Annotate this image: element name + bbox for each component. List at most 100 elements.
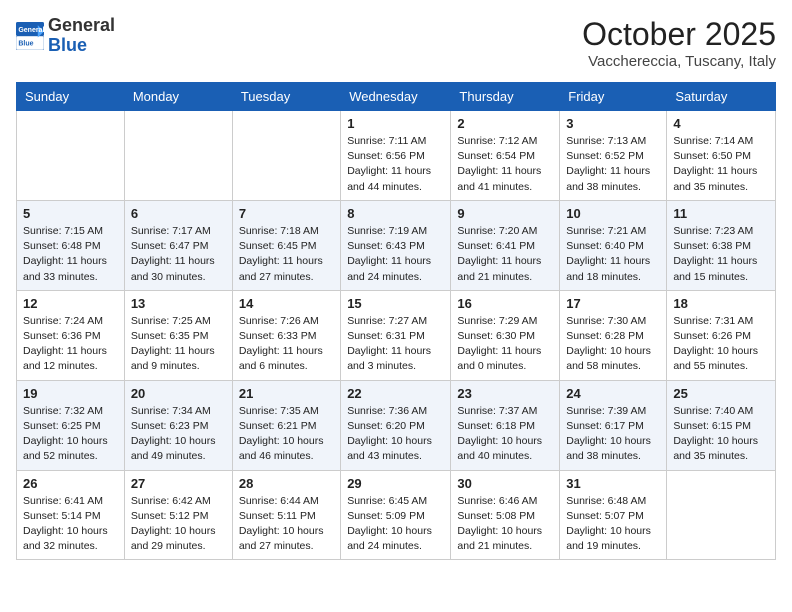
day-header-tuesday: Tuesday <box>232 83 340 111</box>
calendar-cell: 21 Sunrise: 7:35 AM Sunset: 6:21 PM Dayli… <box>232 380 340 470</box>
calendar-cell: 26 Sunrise: 6:41 AM Sunset: 5:14 PM Dayli… <box>17 470 125 560</box>
day-header-monday: Monday <box>124 83 232 111</box>
calendar-cell: 9Sunrise: 7:20 AM Sunset: 6:41 PM Daylig… <box>451 200 560 290</box>
calendar-week-row: 12 Sunrise: 7:24 AM Sunset: 6:36 PM Dayli… <box>17 290 776 380</box>
logo-general-text: General <box>48 15 115 35</box>
day-info: Sunrise: 7:13 AM Sunset: 6:52 PM Dayligh… <box>566 134 660 195</box>
page-header: General Blue General Blue October 2025 V… <box>16 16 776 70</box>
calendar-cell: 23 Sunrise: 7:37 AM Sunset: 6:18 PM Dayli… <box>451 380 560 470</box>
svg-text:Blue: Blue <box>18 40 33 47</box>
day-info: Sunrise: 7:25 AM Sunset: 6:35 PM Dayligh… <box>131 314 226 375</box>
day-number: 7 <box>239 206 334 221</box>
day-number: 16 <box>457 296 553 311</box>
svg-text:General: General <box>18 27 44 34</box>
calendar-cell: 19Sunrise: 7:32 AM Sunset: 6:25 PM Dayli… <box>17 380 125 470</box>
day-info: Sunrise: 7:24 AM Sunset: 6:36 PM Dayligh… <box>23 314 118 375</box>
day-info: Sunrise: 7:36 AM Sunset: 6:20 PM Dayligh… <box>347 404 444 465</box>
calendar-cell: 15 Sunrise: 7:27 AM Sunset: 6:31 PM Dayli… <box>341 290 451 380</box>
day-number: 18 <box>673 296 769 311</box>
calendar-cell: 12 Sunrise: 7:24 AM Sunset: 6:36 PM Dayli… <box>17 290 125 380</box>
calendar-week-row: 19Sunrise: 7:32 AM Sunset: 6:25 PM Dayli… <box>17 380 776 470</box>
calendar-cell: 5 Sunrise: 7:15 AM Sunset: 6:48 PM Daylig… <box>17 200 125 290</box>
day-info: Sunrise: 7:14 AM Sunset: 6:50 PM Dayligh… <box>673 134 769 195</box>
day-number: 5 <box>23 206 118 221</box>
day-number: 12 <box>23 296 118 311</box>
day-number: 22 <box>347 386 444 401</box>
day-number: 25 <box>673 386 769 401</box>
calendar-cell <box>124 111 232 201</box>
day-info: Sunrise: 7:17 AM Sunset: 6:47 PM Dayligh… <box>131 224 226 285</box>
day-number: 10 <box>566 206 660 221</box>
calendar-cell: 27 Sunrise: 6:42 AM Sunset: 5:12 PM Dayli… <box>124 470 232 560</box>
day-info: Sunrise: 7:21 AM Sunset: 6:40 PM Dayligh… <box>566 224 660 285</box>
logo-blue-text: Blue <box>48 35 87 55</box>
day-number: 19 <box>23 386 118 401</box>
calendar-week-row: 1Sunrise: 7:11 AM Sunset: 6:56 PM Daylig… <box>17 111 776 201</box>
day-info: Sunrise: 7:27 AM Sunset: 6:31 PM Dayligh… <box>347 314 444 375</box>
calendar-header-row: SundayMondayTuesdayWednesdayThursdayFrid… <box>17 83 776 111</box>
calendar-cell: 28Sunrise: 6:44 AM Sunset: 5:11 PM Dayli… <box>232 470 340 560</box>
day-number: 14 <box>239 296 334 311</box>
calendar-cell: 30 Sunrise: 6:46 AM Sunset: 5:08 PM Dayli… <box>451 470 560 560</box>
calendar-cell: 2 Sunrise: 7:12 AM Sunset: 6:54 PM Daylig… <box>451 111 560 201</box>
logo: General Blue General Blue <box>16 16 115 56</box>
day-number: 27 <box>131 476 226 491</box>
day-number: 4 <box>673 116 769 131</box>
calendar-table: SundayMondayTuesdayWednesdayThursdayFrid… <box>16 82 776 560</box>
day-number: 24 <box>566 386 660 401</box>
day-number: 15 <box>347 296 444 311</box>
day-info: Sunrise: 7:20 AM Sunset: 6:41 PM Dayligh… <box>457 224 553 285</box>
day-header-friday: Friday <box>560 83 667 111</box>
calendar-cell: 3Sunrise: 7:13 AM Sunset: 6:52 PM Daylig… <box>560 111 667 201</box>
calendar-cell: 25 Sunrise: 7:40 AM Sunset: 6:15 PM Dayli… <box>667 380 776 470</box>
calendar-cell: 31Sunrise: 6:48 AM Sunset: 5:07 PM Dayli… <box>560 470 667 560</box>
calendar-cell: 8 Sunrise: 7:19 AM Sunset: 6:43 PM Daylig… <box>341 200 451 290</box>
day-number: 11 <box>673 206 769 221</box>
day-info: Sunrise: 7:30 AM Sunset: 6:28 PM Dayligh… <box>566 314 660 375</box>
calendar-cell: 24 Sunrise: 7:39 AM Sunset: 6:17 PM Dayli… <box>560 380 667 470</box>
day-info: Sunrise: 6:46 AM Sunset: 5:08 PM Dayligh… <box>457 494 553 555</box>
day-info: Sunrise: 7:35 AM Sunset: 6:21 PM Dayligh… <box>239 404 334 465</box>
day-number: 26 <box>23 476 118 491</box>
day-info: Sunrise: 7:18 AM Sunset: 6:45 PM Dayligh… <box>239 224 334 285</box>
day-info: Sunrise: 7:19 AM Sunset: 6:43 PM Dayligh… <box>347 224 444 285</box>
day-number: 30 <box>457 476 553 491</box>
day-info: Sunrise: 7:40 AM Sunset: 6:15 PM Dayligh… <box>673 404 769 465</box>
day-number: 1 <box>347 116 444 131</box>
day-info: Sunrise: 7:15 AM Sunset: 6:48 PM Dayligh… <box>23 224 118 285</box>
day-number: 17 <box>566 296 660 311</box>
calendar-cell: 16 Sunrise: 7:29 AM Sunset: 6:30 PM Dayli… <box>451 290 560 380</box>
calendar-cell: 4 Sunrise: 7:14 AM Sunset: 6:50 PM Daylig… <box>667 111 776 201</box>
calendar-cell: 29Sunrise: 6:45 AM Sunset: 5:09 PM Dayli… <box>341 470 451 560</box>
day-info: Sunrise: 7:37 AM Sunset: 6:18 PM Dayligh… <box>457 404 553 465</box>
calendar-cell: 14Sunrise: 7:26 AM Sunset: 6:33 PM Dayli… <box>232 290 340 380</box>
day-header-sunday: Sunday <box>17 83 125 111</box>
calendar-cell: 7 Sunrise: 7:18 AM Sunset: 6:45 PM Daylig… <box>232 200 340 290</box>
calendar-cell: 11Sunrise: 7:23 AM Sunset: 6:38 PM Dayli… <box>667 200 776 290</box>
day-info: Sunrise: 7:39 AM Sunset: 6:17 PM Dayligh… <box>566 404 660 465</box>
calendar-cell: 13 Sunrise: 7:25 AM Sunset: 6:35 PM Dayli… <box>124 290 232 380</box>
calendar-week-row: 26 Sunrise: 6:41 AM Sunset: 5:14 PM Dayli… <box>17 470 776 560</box>
day-number: 2 <box>457 116 553 131</box>
location-subtitle: Vacchereccia, Tuscany, Italy <box>582 53 776 70</box>
day-info: Sunrise: 7:34 AM Sunset: 6:23 PM Dayligh… <box>131 404 226 465</box>
day-info: Sunrise: 7:31 AM Sunset: 6:26 PM Dayligh… <box>673 314 769 375</box>
day-number: 21 <box>239 386 334 401</box>
calendar-cell <box>232 111 340 201</box>
day-number: 13 <box>131 296 226 311</box>
calendar-cell <box>17 111 125 201</box>
day-number: 20 <box>131 386 226 401</box>
day-header-saturday: Saturday <box>667 83 776 111</box>
day-info: Sunrise: 7:12 AM Sunset: 6:54 PM Dayligh… <box>457 134 553 195</box>
title-section: October 2025 Vacchereccia, Tuscany, Ital… <box>582 16 776 70</box>
day-info: Sunrise: 6:41 AM Sunset: 5:14 PM Dayligh… <box>23 494 118 555</box>
day-info: Sunrise: 6:48 AM Sunset: 5:07 PM Dayligh… <box>566 494 660 555</box>
logo-icon: General Blue <box>16 22 44 50</box>
day-number: 23 <box>457 386 553 401</box>
day-number: 8 <box>347 206 444 221</box>
day-header-wednesday: Wednesday <box>341 83 451 111</box>
day-info: Sunrise: 7:29 AM Sunset: 6:30 PM Dayligh… <box>457 314 553 375</box>
day-info: Sunrise: 6:42 AM Sunset: 5:12 PM Dayligh… <box>131 494 226 555</box>
calendar-cell <box>667 470 776 560</box>
calendar-cell: 22 Sunrise: 7:36 AM Sunset: 6:20 PM Dayli… <box>341 380 451 470</box>
